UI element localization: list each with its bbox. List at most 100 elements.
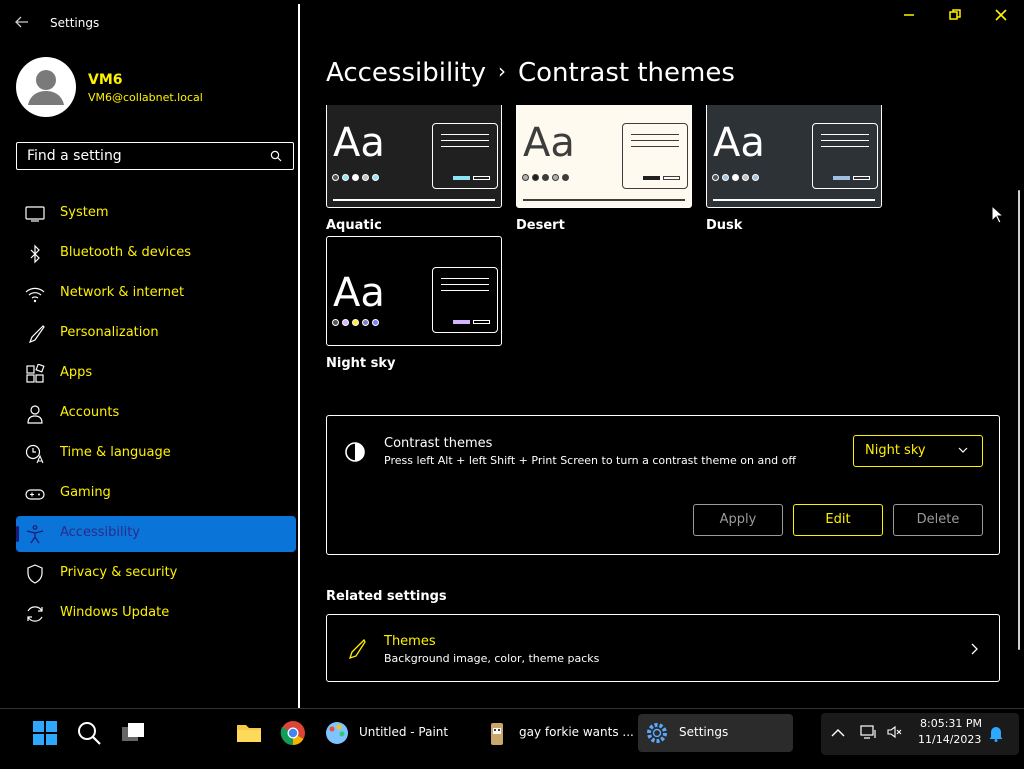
sidebar-item-network[interactable]: Network & internet [16,276,296,312]
sidebar-item-accessibility[interactable]: Accessibility [16,516,296,552]
preview-accent-bar [833,176,850,180]
start-button[interactable] [26,714,64,752]
clock-time[interactable]: 8:05:31 PM [920,717,982,730]
panel-title: Contrast themes [384,436,493,451]
preview-line [821,146,869,147]
theme-color-dots [332,319,379,326]
scrollbar[interactable] [1018,190,1020,650]
sidebar-item-gaming[interactable]: Gaming [16,476,296,512]
preview-line [821,140,869,141]
back-arrow-icon[interactable] [14,14,34,34]
apply-button[interactable]: Apply [693,504,783,536]
taskbar-app-forky[interactable]: gay forkie wants ... [478,714,634,752]
sidebar-divider [298,4,300,708]
taskbar-app-paint[interactable]: Untitled - Paint [318,714,466,752]
theme-dropdown[interactable]: Night sky [853,435,983,467]
file-explorer-button[interactable] [230,714,268,752]
theme-preview-text: Aa [713,120,765,166]
chevron-up-icon[interactable] [830,726,846,740]
bluetooth-icon [30,244,40,264]
preview-line [821,134,869,135]
color-dot [372,319,379,326]
color-dot [562,174,569,181]
sidebar-item-label: System [60,205,109,220]
apps-icon [26,364,45,383]
preview-secondary-bar [853,176,870,180]
preview-accent-bar [453,176,470,180]
theme-preview-text: Aa [333,120,385,166]
restore-button[interactable] [940,6,970,28]
update-icon [27,606,43,622]
theme-preview-bar [523,199,685,201]
breadcrumb-separator: › [498,59,506,83]
taskbar-search-button[interactable] [70,714,108,752]
task-view-button[interactable] [114,714,152,752]
search-box[interactable] [16,142,294,170]
sidebar-item-label: Accounts [60,405,120,420]
sidebar-item-label: Apps [60,365,93,380]
network-display-icon[interactable] [860,724,878,740]
breadcrumb-parent[interactable]: Accessibility [326,58,486,88]
sidebar-item-system[interactable]: System [16,196,296,232]
theme-color-dots [522,174,569,181]
color-dot [552,174,559,181]
delete-button[interactable]: Delete [893,504,983,536]
dropdown-value: Night sky [865,443,926,458]
sidebar-item-label: Accessibility [60,525,140,540]
taskbar-app-label: Untitled - Paint [359,725,449,739]
notification-bell-icon[interactable] [988,724,1004,742]
theme-label-dusk: Dusk [706,218,743,233]
taskbar-app-settings[interactable]: Settings [638,714,793,752]
color-dot [332,174,339,181]
sidebar-item-apps[interactable]: Apps [16,356,296,392]
preview-line [441,146,489,147]
theme-card-aquatic[interactable]: Aa [326,100,502,208]
sidebar-item-privacy[interactable]: Privacy & security [16,556,296,592]
avatar[interactable] [16,57,76,117]
settings-gear-icon [647,723,667,743]
color-dot [332,319,339,326]
windows-logo-icon [33,721,57,745]
preview-accent-bar [643,176,660,180]
preview-secondary-bar [473,176,490,180]
speaker-muted-icon[interactable] [886,724,904,740]
preview-accent-bar [453,320,470,324]
preview-line [441,140,489,141]
sidebar-item-label: Gaming [60,485,111,500]
brush-icon [348,638,366,660]
sidebar-item-label: Windows Update [60,605,170,620]
theme-card-desert[interactable]: Aa [516,100,692,208]
preview-line [441,284,489,285]
clock-globe-icon [25,444,44,464]
sidebar-item-time-language[interactable]: Time & language [16,436,296,472]
sidebar-item-personalization[interactable]: Personalization [16,316,296,352]
edit-button[interactable]: Edit [793,504,883,536]
color-dot [542,174,549,181]
person-avatar-icon [28,70,64,105]
theme-preview-window [812,123,878,189]
theme-card-night-sky[interactable]: Aa [326,236,502,346]
search-input[interactable] [27,143,262,169]
clock-date[interactable]: 11/14/2023 [918,733,981,746]
preview-line [441,290,489,291]
theme-preview-text: Aa [523,120,575,166]
related-settings-heading: Related settings [326,589,447,604]
minimize-button[interactable] [894,6,924,28]
sidebar-item-bluetooth[interactable]: Bluetooth & devices [16,236,296,272]
theme-preview-text: Aa [333,270,385,316]
theme-card-dusk[interactable]: Aa [706,100,882,208]
close-button[interactable] [986,6,1016,28]
taskbar-app-label: gay forkie wants ... [519,725,634,739]
sidebar-item-accounts[interactable]: Accounts [16,396,296,432]
preview-secondary-bar [663,176,680,180]
themes-link-title: Themes [384,634,436,649]
sidebar-item-windows-update[interactable]: Windows Update [16,596,296,632]
theme-preview-window [622,123,688,189]
color-dot [712,174,719,181]
chrome-icon [280,721,305,745]
breadcrumb: Accessibility › Contrast themes [326,58,735,88]
search-icon[interactable] [270,150,282,162]
paint-icon [326,722,348,744]
page-title: Contrast themes [518,58,735,88]
chrome-button[interactable] [274,714,312,752]
